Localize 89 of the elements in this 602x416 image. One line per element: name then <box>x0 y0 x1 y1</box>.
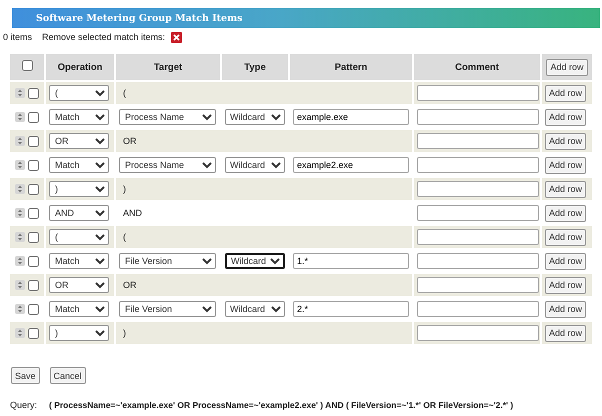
comment-field[interactable] <box>417 181 539 197</box>
comment-field[interactable] <box>417 277 539 293</box>
operation-select[interactable]: Match <box>49 157 109 173</box>
row-checkbox[interactable] <box>28 160 39 170</box>
comment-field[interactable] <box>417 133 539 149</box>
item-count: 0 items <box>3 32 32 42</box>
pattern-field[interactable]: 1.* <box>293 253 409 269</box>
add-row-button[interactable]: Add row <box>545 276 586 294</box>
row-checkbox[interactable] <box>28 304 39 314</box>
type-select[interactable]: Wildcard <box>225 301 285 317</box>
remove-label: Remove selected match items: <box>42 32 166 42</box>
operation-select[interactable]: ) <box>49 181 109 197</box>
type-select[interactable]: Wildcard <box>225 157 285 173</box>
drag-handle-icon[interactable] <box>15 280 25 290</box>
comment-field[interactable] <box>417 109 539 125</box>
operation-select[interactable]: AND <box>49 205 109 221</box>
drag-handle-icon[interactable] <box>15 208 25 218</box>
row-checkbox[interactable] <box>28 256 39 266</box>
row-checkbox[interactable] <box>28 136 39 146</box>
drag-handle-icon[interactable] <box>15 232 25 242</box>
operation-select[interactable]: ) <box>49 325 109 341</box>
drag-handle-icon[interactable] <box>15 136 25 146</box>
action-button[interactable]: Cancel <box>50 367 86 384</box>
operator-text: AND <box>122 208 142 218</box>
comment-field[interactable] <box>417 325 539 341</box>
column-header: Target <box>115 53 221 81</box>
row-checkbox[interactable] <box>28 88 39 98</box>
row-checkbox[interactable] <box>28 184 39 194</box>
operator-text: ( <box>122 232 126 242</box>
type-select[interactable]: Wildcard <box>225 109 285 125</box>
operator-text: OR <box>122 280 136 290</box>
type-select[interactable]: Wildcard <box>225 253 285 269</box>
add-row-button[interactable]: Add row <box>545 84 586 102</box>
drag-handle-icon[interactable] <box>15 112 25 122</box>
drag-handle-icon[interactable] <box>15 256 25 266</box>
row-checkbox[interactable] <box>28 328 39 338</box>
operation-select[interactable]: Match <box>49 301 109 317</box>
column-header: Pattern <box>289 53 413 81</box>
add-row-button[interactable]: Add row <box>545 300 586 318</box>
operator-text: OR <box>122 136 136 146</box>
add-row-button[interactable]: Add row <box>545 132 586 150</box>
add-row-button[interactable]: Add row <box>545 228 586 246</box>
comment-field[interactable] <box>417 301 539 317</box>
query-text: ( ProcessName=~'example.exe' OR ProcessName=~'example2.exe' ) AND ( FileVersion=~'1.*' OR FileVersion=~'2.*' ) <box>49 400 514 410</box>
drag-handle-icon[interactable] <box>15 160 25 170</box>
drag-handle-icon[interactable] <box>15 304 25 314</box>
column-header: Type <box>221 53 289 81</box>
select-all-checkbox[interactable] <box>22 60 32 71</box>
pattern-field[interactable]: example.exe <box>293 109 409 125</box>
column-header: Comment <box>413 53 541 81</box>
row-checkbox[interactable] <box>28 112 39 122</box>
comment-field[interactable] <box>417 205 539 221</box>
operator-text: ( <box>122 88 126 98</box>
operation-select[interactable]: Match <box>49 253 109 269</box>
panel-title: Software Metering Group Match Items <box>12 8 600 28</box>
query-label: Query: <box>10 400 38 410</box>
operation-select[interactable]: ( <box>49 85 109 101</box>
row-checkbox[interactable] <box>28 232 39 242</box>
target-select[interactable]: Process Name <box>119 109 216 125</box>
target-select[interactable]: File Version <box>119 301 216 317</box>
column-header: Operation <box>45 53 115 81</box>
drag-handle-icon[interactable] <box>15 328 25 338</box>
drag-handle-icon[interactable] <box>15 184 25 194</box>
operation-select[interactable]: ( <box>49 229 109 245</box>
add-row-button[interactable]: Add row <box>546 58 588 76</box>
target-select[interactable]: File Version <box>119 253 216 269</box>
pattern-field[interactable]: 2.* <box>293 301 409 317</box>
comment-field[interactable] <box>417 85 539 101</box>
add-row-button[interactable]: Add row <box>545 204 586 222</box>
comment-field[interactable] <box>417 229 539 245</box>
delete-icon[interactable] <box>171 32 182 42</box>
operation-select[interactable]: OR <box>49 133 109 149</box>
action-button[interactable]: Save <box>11 367 40 384</box>
comment-field[interactable] <box>417 253 539 269</box>
operator-text: ) <box>122 328 126 338</box>
operator-text: ) <box>122 184 126 194</box>
operation-select[interactable]: Match <box>49 109 109 125</box>
add-row-button[interactable]: Add row <box>545 252 586 270</box>
row-checkbox[interactable] <box>28 208 39 218</box>
add-row-button[interactable]: Add row <box>545 156 586 174</box>
comment-field[interactable] <box>417 157 539 173</box>
pattern-field[interactable]: example2.exe <box>293 157 409 173</box>
row-checkbox[interactable] <box>28 280 39 290</box>
drag-handle-icon[interactable] <box>15 88 25 98</box>
add-row-button[interactable]: Add row <box>545 324 586 342</box>
add-row-button[interactable]: Add row <box>545 108 586 126</box>
add-row-button[interactable]: Add row <box>545 180 586 198</box>
operation-select[interactable]: OR <box>49 277 109 293</box>
target-select[interactable]: Process Name <box>119 157 216 173</box>
